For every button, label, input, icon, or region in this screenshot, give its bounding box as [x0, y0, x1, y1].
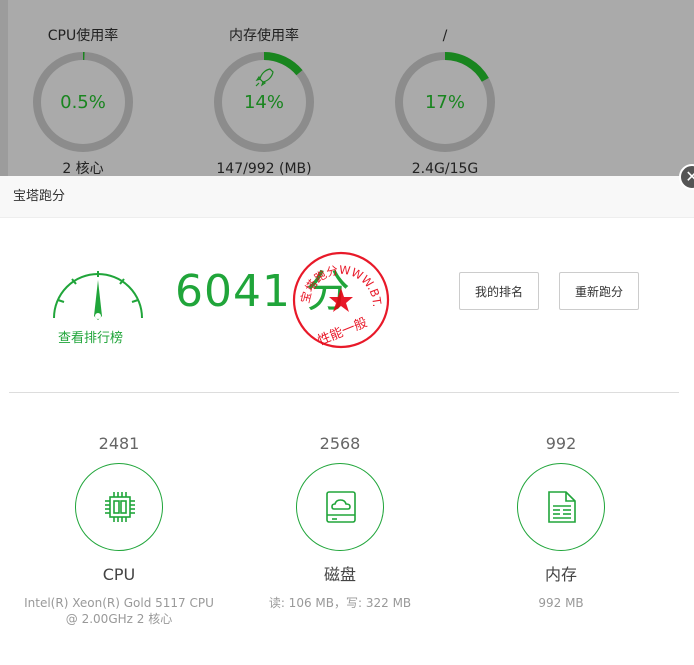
gauge-label: CPU使用率 [47, 28, 119, 44]
metric-score: 2481 [98, 434, 140, 453]
metric-score: 992 [545, 434, 577, 453]
benchmark-dialog: 宝塔跑分 查看排行榜 6041 分 宝塔跑分WWW.BT.CN 性能一般 我的排… [0, 176, 694, 665]
disk-metric: 2568 磁盘 读: 106 MB，写: 322 MB [230, 433, 450, 611]
speedometer-icon[interactable] [48, 262, 148, 332]
metric-name: 磁盘 [323, 565, 356, 584]
retest-button[interactable]: 重新跑分 [559, 272, 639, 310]
metric-detail: 读: 106 MB，写: 322 MB [268, 596, 412, 610]
memory-usage-gauge[interactable]: 内存使用率 14% 147/992 (MB) [199, 0, 329, 178]
gauge-progress-arc [263, 52, 303, 76]
metric-name: CPU [102, 565, 136, 584]
metric-detail: Intel(R) Xeon(R) Gold 5117 CPU @ 2.00GHz… [24, 596, 214, 626]
section-divider [9, 392, 679, 393]
cpu-chip-icon [105, 492, 135, 522]
metric-icon-circle [517, 463, 605, 551]
gauge-ring: 17% [395, 52, 495, 152]
metric-icon-circle [75, 463, 163, 551]
cpu-usage-gauge[interactable]: CPU使用率 0.5% 2 核心 [18, 0, 148, 178]
disk-usage-gauge[interactable]: / 17% 2.4G/15G [380, 0, 510, 178]
gauge-progress-arc [444, 52, 489, 82]
left-edge-strip [0, 0, 8, 176]
rocket-icon[interactable] [255, 68, 274, 87]
gauge-label: / [442, 28, 448, 44]
rating-stamp: 宝塔跑分WWW.BT.CN 性能一般 [289, 248, 390, 349]
gauge-label: 内存使用率 [229, 28, 299, 44]
star-icon [329, 288, 353, 312]
gauge-value: 14% [244, 92, 284, 113]
metric-score: 2568 [319, 434, 361, 453]
metric-detail: 992 MB [538, 596, 584, 610]
gauge-ring: 0.5% [33, 52, 133, 152]
metric-name: 内存 [544, 565, 577, 584]
my-rank-button[interactable]: 我的排名 [459, 272, 539, 310]
memory-metric: 992 内存 992 MB [451, 433, 671, 611]
cpu-metric: 2481 CPU Intel(R) Xeon(R) Gold 5117 CPU … [9, 433, 229, 627]
leaderboard-link[interactable]: 查看排行榜 [58, 327, 123, 346]
stamp-bottom-text: 性能一般 [315, 315, 369, 349]
dialog-title: 宝塔跑分 [0, 176, 694, 218]
memory-card-icon [548, 491, 576, 523]
gauge-ring: 14% [214, 52, 314, 152]
metric-icon-circle [296, 463, 384, 551]
gauge-value: 0.5% [60, 92, 106, 113]
disk-cloud-icon [326, 491, 356, 523]
gauge-value: 17% [425, 92, 465, 113]
